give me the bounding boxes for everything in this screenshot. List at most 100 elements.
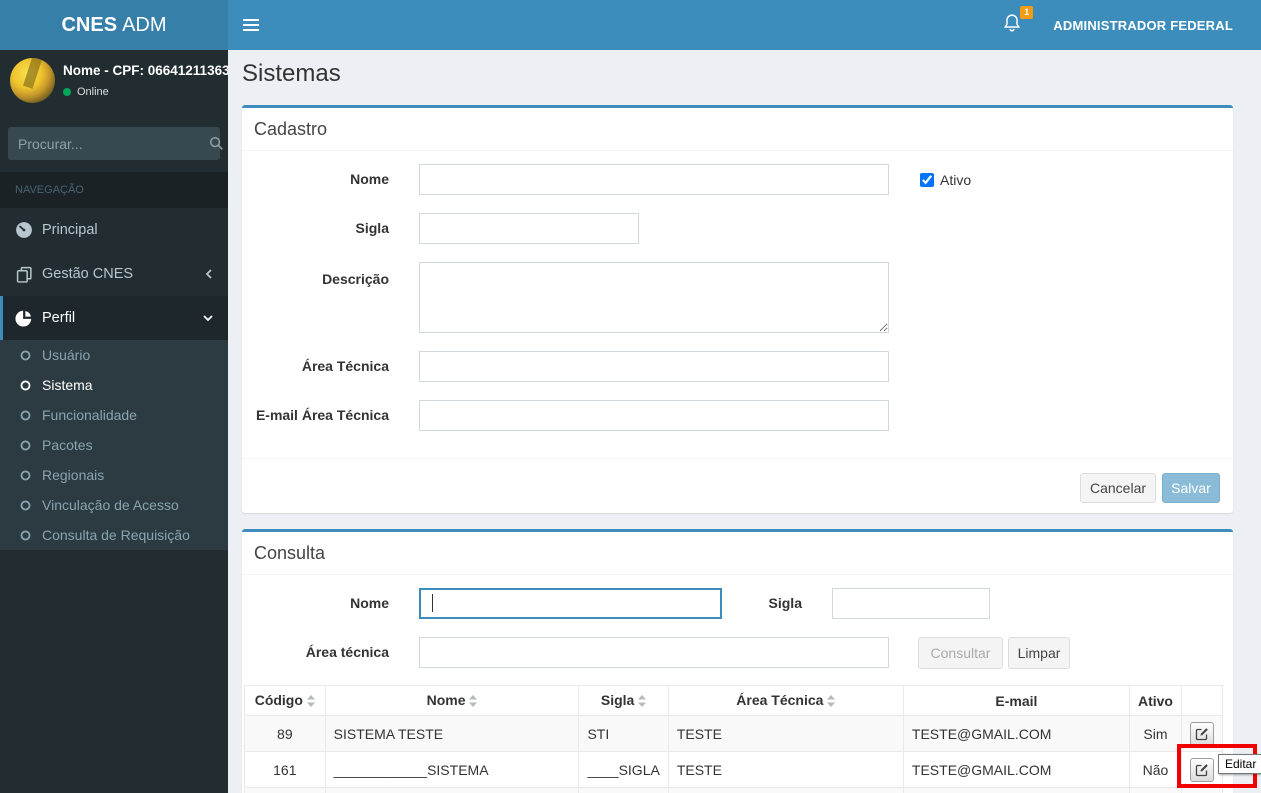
sidebar-item-consulta-de-requisicao[interactable]: Consulta de Requisição: [0, 520, 228, 550]
submenu-item-label: Consulta de Requisição: [42, 527, 190, 543]
sort-icon: [638, 694, 647, 710]
table-header-row: Código Nome Sigla Área Técnica E-mail At…: [244, 685, 1224, 716]
cadastro-box-title: Cadastro: [242, 108, 1233, 151]
consulta-sigla-field[interactable]: [832, 588, 990, 619]
cell-sigla: ____SIGLA: [578, 751, 669, 788]
cell-codigo: 89: [244, 715, 326, 752]
submenu-item-label: Regionais: [42, 467, 105, 483]
dashboard-icon: [14, 220, 34, 240]
sidebar-toggle-icon[interactable]: [228, 0, 273, 50]
user-role-label[interactable]: ADMINISTRADOR FEDERAL: [1053, 18, 1233, 33]
limpar-button[interactable]: Limpar: [1008, 637, 1070, 669]
brand-logo[interactable]: CNES ADM: [0, 0, 228, 50]
circle-o-icon: [20, 470, 31, 481]
area-tecnica-label: Área Técnica: [301, 358, 389, 374]
descricao-field[interactable]: [419, 262, 889, 333]
brand-bold: CNES: [61, 13, 118, 36]
column-header-sigla[interactable]: Sigla: [578, 685, 669, 716]
sidebar-item-sistema[interactable]: Sistema: [0, 370, 228, 400]
user-status: Online: [63, 86, 109, 98]
submenu-item-label: Sistema: [42, 377, 93, 393]
cell-nome: [324, 787, 580, 793]
text-cursor: [432, 594, 433, 612]
column-header-codigo[interactable]: Código: [244, 685, 326, 716]
edit-button[interactable]: [1189, 721, 1214, 746]
email-area-tecnica-field[interactable]: [419, 400, 889, 431]
brand-light: ADM: [122, 13, 167, 36]
circle-o-icon: [20, 500, 31, 511]
navbar-right: 1 ADMINISTRADOR FEDERAL: [1001, 6, 1261, 40]
salvar-button[interactable]: Salvar: [1162, 472, 1220, 503]
nome-field[interactable]: [419, 164, 889, 195]
cancelar-button[interactable]: Cancelar: [1080, 472, 1156, 503]
consulta-box: Consulta Nome Sigla Área técnica Consult…: [242, 529, 1233, 793]
table-row: [244, 787, 1224, 793]
column-header-nome[interactable]: Nome: [324, 685, 580, 716]
circle-o-icon: [20, 350, 31, 361]
notifications-button[interactable]: 1: [1001, 6, 1034, 40]
edit-button-highlighted[interactable]: [1189, 757, 1214, 782]
chevron-down-icon: [202, 313, 214, 323]
avatar: [10, 58, 55, 103]
sidebar-item-principal[interactable]: Principal: [0, 208, 228, 252]
sort-icon: [469, 694, 478, 710]
search-icon[interactable]: [209, 136, 224, 151]
sistemas-table: Código Nome Sigla Área Técnica E-mail At…: [244, 685, 1224, 793]
cell-codigo: [244, 787, 326, 793]
pie-chart-icon: [14, 308, 34, 328]
cadastro-footer: Cancelar Salvar: [242, 458, 1233, 516]
submenu-item-label: Pacotes: [42, 437, 93, 453]
area-tecnica-field[interactable]: [419, 351, 889, 382]
descricao-label: Descrição: [322, 271, 389, 287]
column-header-area-tecnica[interactable]: Área Técnica: [667, 685, 904, 716]
app-window: CNES ADM 1 ADMINISTRADOR FEDERAL Nome - …: [0, 0, 1261, 793]
search-input[interactable]: [8, 135, 209, 152]
sidebar-item-regionais[interactable]: Regionais: [0, 460, 228, 490]
cadastro-box: Cadastro Nome Ativo Sigla Descrição Área…: [242, 105, 1233, 513]
perfil-submenu: Usuário Sistema Funcionalidade Pacotes R…: [0, 340, 228, 550]
top-header: CNES ADM 1 ADMINISTRADOR FEDERAL: [0, 0, 1261, 50]
sigla-field[interactable]: [419, 213, 639, 244]
sidebar-item-usuario[interactable]: Usuário: [0, 340, 228, 370]
cell-area: TESTE: [667, 751, 904, 788]
sidebar-menu: Principal Gestão CNES Perfil: [0, 208, 228, 340]
sort-icon: [306, 694, 315, 710]
submenu-item-label: Funcionalidade: [42, 407, 137, 423]
cell-sigla: [578, 787, 669, 793]
cell-email: TESTE@GMAIL.COM: [902, 751, 1130, 788]
cell-email: TESTE@GMAIL.COM: [902, 715, 1130, 752]
column-header-ativo: Ativo: [1128, 685, 1182, 716]
consulta-box-title: Consulta: [242, 532, 1233, 575]
nav-section-header: NAVEGAÇÃO: [0, 172, 228, 208]
user-panel: Nome - CPF: 06641211363 Online: [0, 50, 230, 120]
online-label: Online: [77, 86, 109, 98]
copy-icon: [14, 264, 34, 284]
editar-tooltip: Editar: [1218, 754, 1261, 774]
table-row: 161 ____________SISTEMA ____SIGLA TESTE …: [244, 751, 1224, 788]
cell-ativo: [1128, 787, 1182, 793]
sidebar-item-pacotes[interactable]: Pacotes: [0, 430, 228, 460]
sidebar-item-label: Principal: [42, 222, 98, 238]
submenu-item-label: Usuário: [42, 347, 91, 363]
nome-label: Nome: [350, 171, 389, 187]
consulta-nome-field[interactable]: [419, 588, 722, 619]
sidebar-item-vinculacao-de-acesso[interactable]: Vinculação de Acesso: [0, 490, 228, 520]
circle-o-icon: [20, 410, 31, 421]
sidebar-item-gestao-cnes[interactable]: Gestão CNES: [0, 252, 228, 296]
ativo-checkbox-wrap: Ativo: [920, 164, 971, 195]
sidebar-item-perfil[interactable]: Perfil: [0, 296, 228, 340]
consultar-button[interactable]: Consultar: [918, 637, 1003, 669]
circle-o-icon: [20, 440, 31, 451]
ativo-checkbox[interactable]: [920, 172, 934, 187]
table-row: 89 SISTEMA TESTE STI TESTE TESTE@GMAIL.C…: [244, 715, 1224, 752]
chevron-left-icon: [204, 268, 214, 280]
navbar: 1 ADMINISTRADOR FEDERAL: [228, 0, 1261, 50]
sigla-label: Sigla: [355, 220, 389, 236]
cell-area: TESTE: [667, 715, 904, 752]
submenu-item-label: Vinculação de Acesso: [42, 497, 179, 513]
sidebar: Nome - CPF: 06641211363 Online NAVEGAÇÃO: [0, 50, 230, 793]
sidebar-item-funcionalidade[interactable]: Funcionalidade: [0, 400, 228, 430]
edit-icon: [1195, 763, 1208, 776]
cell-ativo: Sim: [1128, 715, 1182, 752]
consulta-area-tecnica-field[interactable]: [419, 637, 889, 668]
